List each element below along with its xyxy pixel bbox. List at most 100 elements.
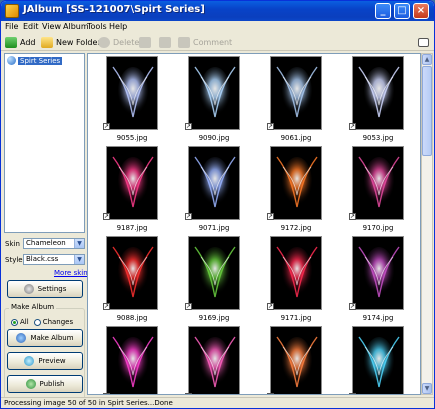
thumbnail-filename: 9171.jpg bbox=[280, 314, 312, 322]
album-icon bbox=[7, 56, 16, 65]
radio-all[interactable] bbox=[11, 318, 18, 326]
shortcut-arrow-icon: ↗ bbox=[103, 213, 110, 220]
thumbnail-filename: 9061.jpg bbox=[280, 134, 312, 142]
thumbnail-image bbox=[270, 326, 322, 394]
menu-view[interactable]: View bbox=[42, 22, 61, 31]
thumbnail-item[interactable]: ↗9185.jpg bbox=[173, 326, 253, 394]
menu-help[interactable]: Help bbox=[109, 22, 127, 31]
style-select[interactable]: Black.css ▼ bbox=[23, 254, 85, 265]
thumbnail-item[interactable]: ↗ 9055.jpg bbox=[91, 56, 171, 148]
menu-bar: File Edit View Album Tools Help bbox=[1, 21, 434, 35]
settings-button[interactable]: Settings bbox=[7, 280, 83, 298]
scroll-down-icon[interactable]: ▼ bbox=[422, 383, 432, 394]
thumbnail-item[interactable]: ↗ 9061.jpg bbox=[255, 56, 335, 148]
thumbnail-filename: 9053.jpg bbox=[362, 134, 394, 142]
tree-item-spirt-series[interactable]: Spirt Series bbox=[7, 55, 63, 66]
shortcut-arrow-icon: ↗ bbox=[185, 393, 192, 394]
thumbnail-image bbox=[352, 146, 404, 220]
shortcut-arrow-icon: ↗ bbox=[267, 393, 274, 394]
make-album-button[interactable]: Make Album bbox=[7, 329, 83, 347]
add-label: Add bbox=[20, 37, 36, 47]
thumbnail-image bbox=[352, 326, 404, 394]
skin-value: Chameleon bbox=[26, 239, 66, 247]
thumbnail-item[interactable]: ↗ 9053.jpg bbox=[337, 56, 417, 148]
make-album-icon bbox=[16, 333, 27, 343]
thumbnail-image bbox=[188, 56, 240, 130]
thumbnail-filename: 9187.jpg bbox=[116, 224, 148, 232]
preview-icon bbox=[24, 356, 35, 366]
thumbnail-filename: 9174.jpg bbox=[362, 314, 394, 322]
comment-button[interactable]: Comment bbox=[178, 35, 232, 49]
thumbnail-filename: 9088.jpg bbox=[116, 314, 148, 322]
thumbnail-item[interactable]: ↗ 9174.jpg bbox=[337, 236, 417, 328]
chevron-down-icon[interactable]: ▼ bbox=[74, 255, 84, 264]
thumbnail-image bbox=[270, 56, 322, 130]
thumbnail-item[interactable]: ↗ 9172.jpg bbox=[255, 146, 335, 238]
shortcut-arrow-icon: ↗ bbox=[185, 303, 192, 310]
preview-label: Preview bbox=[38, 357, 66, 365]
style-label: Style bbox=[5, 256, 23, 264]
thumbnail-image bbox=[106, 326, 158, 394]
thumbnail-item[interactable]: ↗ 9187.jpg bbox=[91, 146, 171, 238]
thumbnail-image bbox=[106, 236, 158, 310]
close-button[interactable]: × bbox=[413, 3, 429, 19]
menu-tools[interactable]: Tools bbox=[87, 22, 107, 31]
thumbnail-image bbox=[106, 56, 158, 130]
menu-edit[interactable]: Edit bbox=[23, 22, 39, 31]
monitor-button[interactable] bbox=[418, 35, 432, 49]
thumbnail-item[interactable]: ↗9184.jpg bbox=[337, 326, 417, 394]
shortcut-arrow-icon: ↗ bbox=[103, 123, 110, 130]
gear-icon bbox=[23, 284, 34, 294]
settings-button-label: Settings bbox=[37, 285, 67, 293]
menu-album[interactable]: Album bbox=[63, 22, 89, 31]
scroll-thumb[interactable] bbox=[422, 66, 432, 156]
monitor-icon bbox=[418, 37, 429, 47]
tree-item-label: Spirt Series bbox=[18, 56, 63, 65]
thumbnail-item[interactable]: ↗ 9171.jpg bbox=[255, 236, 335, 328]
jalbum-window: JAlbum [SS-121007\Spirt Series] _ □ × Fi… bbox=[0, 0, 435, 409]
new-folder-button[interactable]: New Folder bbox=[41, 35, 101, 49]
thumbnail-filename: 9090.jpg bbox=[198, 134, 230, 142]
preview-button[interactable]: Preview bbox=[7, 352, 83, 370]
maximize-button[interactable]: □ bbox=[394, 3, 410, 19]
thumbnail-item[interactable]: ↗ 9169.jpg bbox=[173, 236, 253, 328]
thumbnail-item[interactable]: ↗ 9090.jpg bbox=[173, 56, 253, 148]
thumbnail-item[interactable]: ↗9189.jpg bbox=[255, 326, 335, 394]
vertical-scrollbar[interactable]: ▲ ▼ bbox=[421, 53, 433, 395]
thumbnail-filename: 9172.jpg bbox=[280, 224, 312, 232]
style-value: Black.css bbox=[26, 255, 59, 263]
thumbnail-item[interactable]: ↗ 9170.jpg bbox=[337, 146, 417, 238]
thumbnail-grid[interactable]: ↗ 9055.jpg ↗ 9090.jpg ↗ 9061.jpg ↗ 9053.jpg ↗ 918… bbox=[87, 53, 421, 395]
move-right-button[interactable] bbox=[159, 35, 174, 49]
album-tree[interactable]: Spirt Series bbox=[4, 53, 85, 233]
delete-icon bbox=[98, 36, 110, 48]
thumbnail-item[interactable]: ↗9162.jpg bbox=[91, 326, 171, 394]
move-left-button[interactable] bbox=[139, 35, 154, 49]
skin-select[interactable]: Chameleon ▼ bbox=[23, 238, 85, 249]
thumbnail-item[interactable]: ↗ 9071.jpg bbox=[173, 146, 253, 238]
scope-radio-row: All Changes bbox=[11, 318, 73, 326]
publish-button[interactable]: Publish bbox=[7, 375, 83, 393]
shortcut-arrow-icon: ↗ bbox=[185, 123, 192, 130]
skin-label: Skin bbox=[5, 240, 20, 248]
shortcut-arrow-icon: ↗ bbox=[267, 303, 274, 310]
shortcut-arrow-icon: ↗ bbox=[349, 393, 356, 394]
thumbnail-image bbox=[270, 236, 322, 310]
add-button[interactable]: Add bbox=[5, 35, 36, 49]
minimize-button[interactable]: _ bbox=[375, 3, 391, 19]
shortcut-arrow-icon: ↗ bbox=[349, 123, 356, 130]
thumbnail-image bbox=[106, 146, 158, 220]
thumbnail-image bbox=[188, 326, 240, 394]
thumbnail-image bbox=[352, 56, 404, 130]
chevron-down-icon[interactable]: ▼ bbox=[74, 239, 84, 248]
radio-changes[interactable] bbox=[33, 318, 41, 326]
make-album-label: Make Album bbox=[30, 334, 74, 342]
shortcut-arrow-icon: ↗ bbox=[349, 303, 356, 310]
delete-button[interactable]: Delete bbox=[98, 35, 139, 49]
shortcut-arrow-icon: ↗ bbox=[185, 213, 192, 220]
more-skins-link[interactable]: More skins bbox=[54, 269, 91, 277]
thumbnail-item[interactable]: ↗ 9088.jpg bbox=[91, 236, 171, 328]
scroll-up-icon[interactable]: ▲ bbox=[422, 54, 432, 65]
thumbnail-filename: 9169.jpg bbox=[198, 314, 230, 322]
menu-file[interactable]: File bbox=[5, 22, 18, 31]
